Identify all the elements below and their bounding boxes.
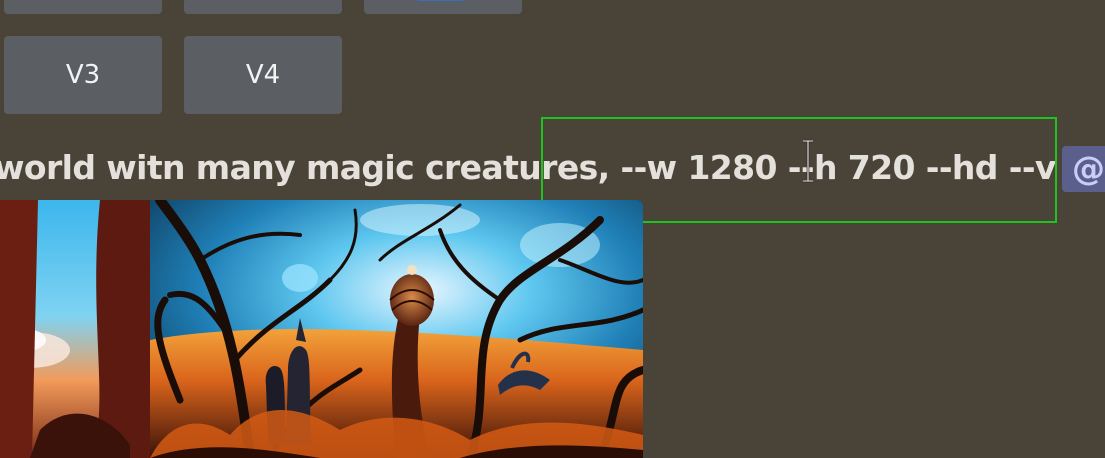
variation-button-v4[interactable]: V4 [184,36,342,114]
text-cursor-icon [803,139,813,183]
generated-image[interactable] [0,200,643,458]
active-indicator [416,0,466,1]
upscale-button-top-2[interactable] [184,0,342,14]
variation-button-v3[interactable]: V3 [4,36,162,114]
user-mention[interactable]: @ [1062,146,1105,192]
variation-button-v3-label: V3 [65,60,101,90]
fantasy-artwork [0,200,643,458]
chat-viewport: V3 V4 world witn many magic creatures, -… [0,0,1105,458]
upscale-button-top-1[interactable] [4,0,162,14]
upscale-button-top-3[interactable] [364,0,522,14]
prompt-text: world witn many magic creatures, --w 128… [0,148,1105,187]
variation-button-v4-label: V4 [245,60,281,90]
